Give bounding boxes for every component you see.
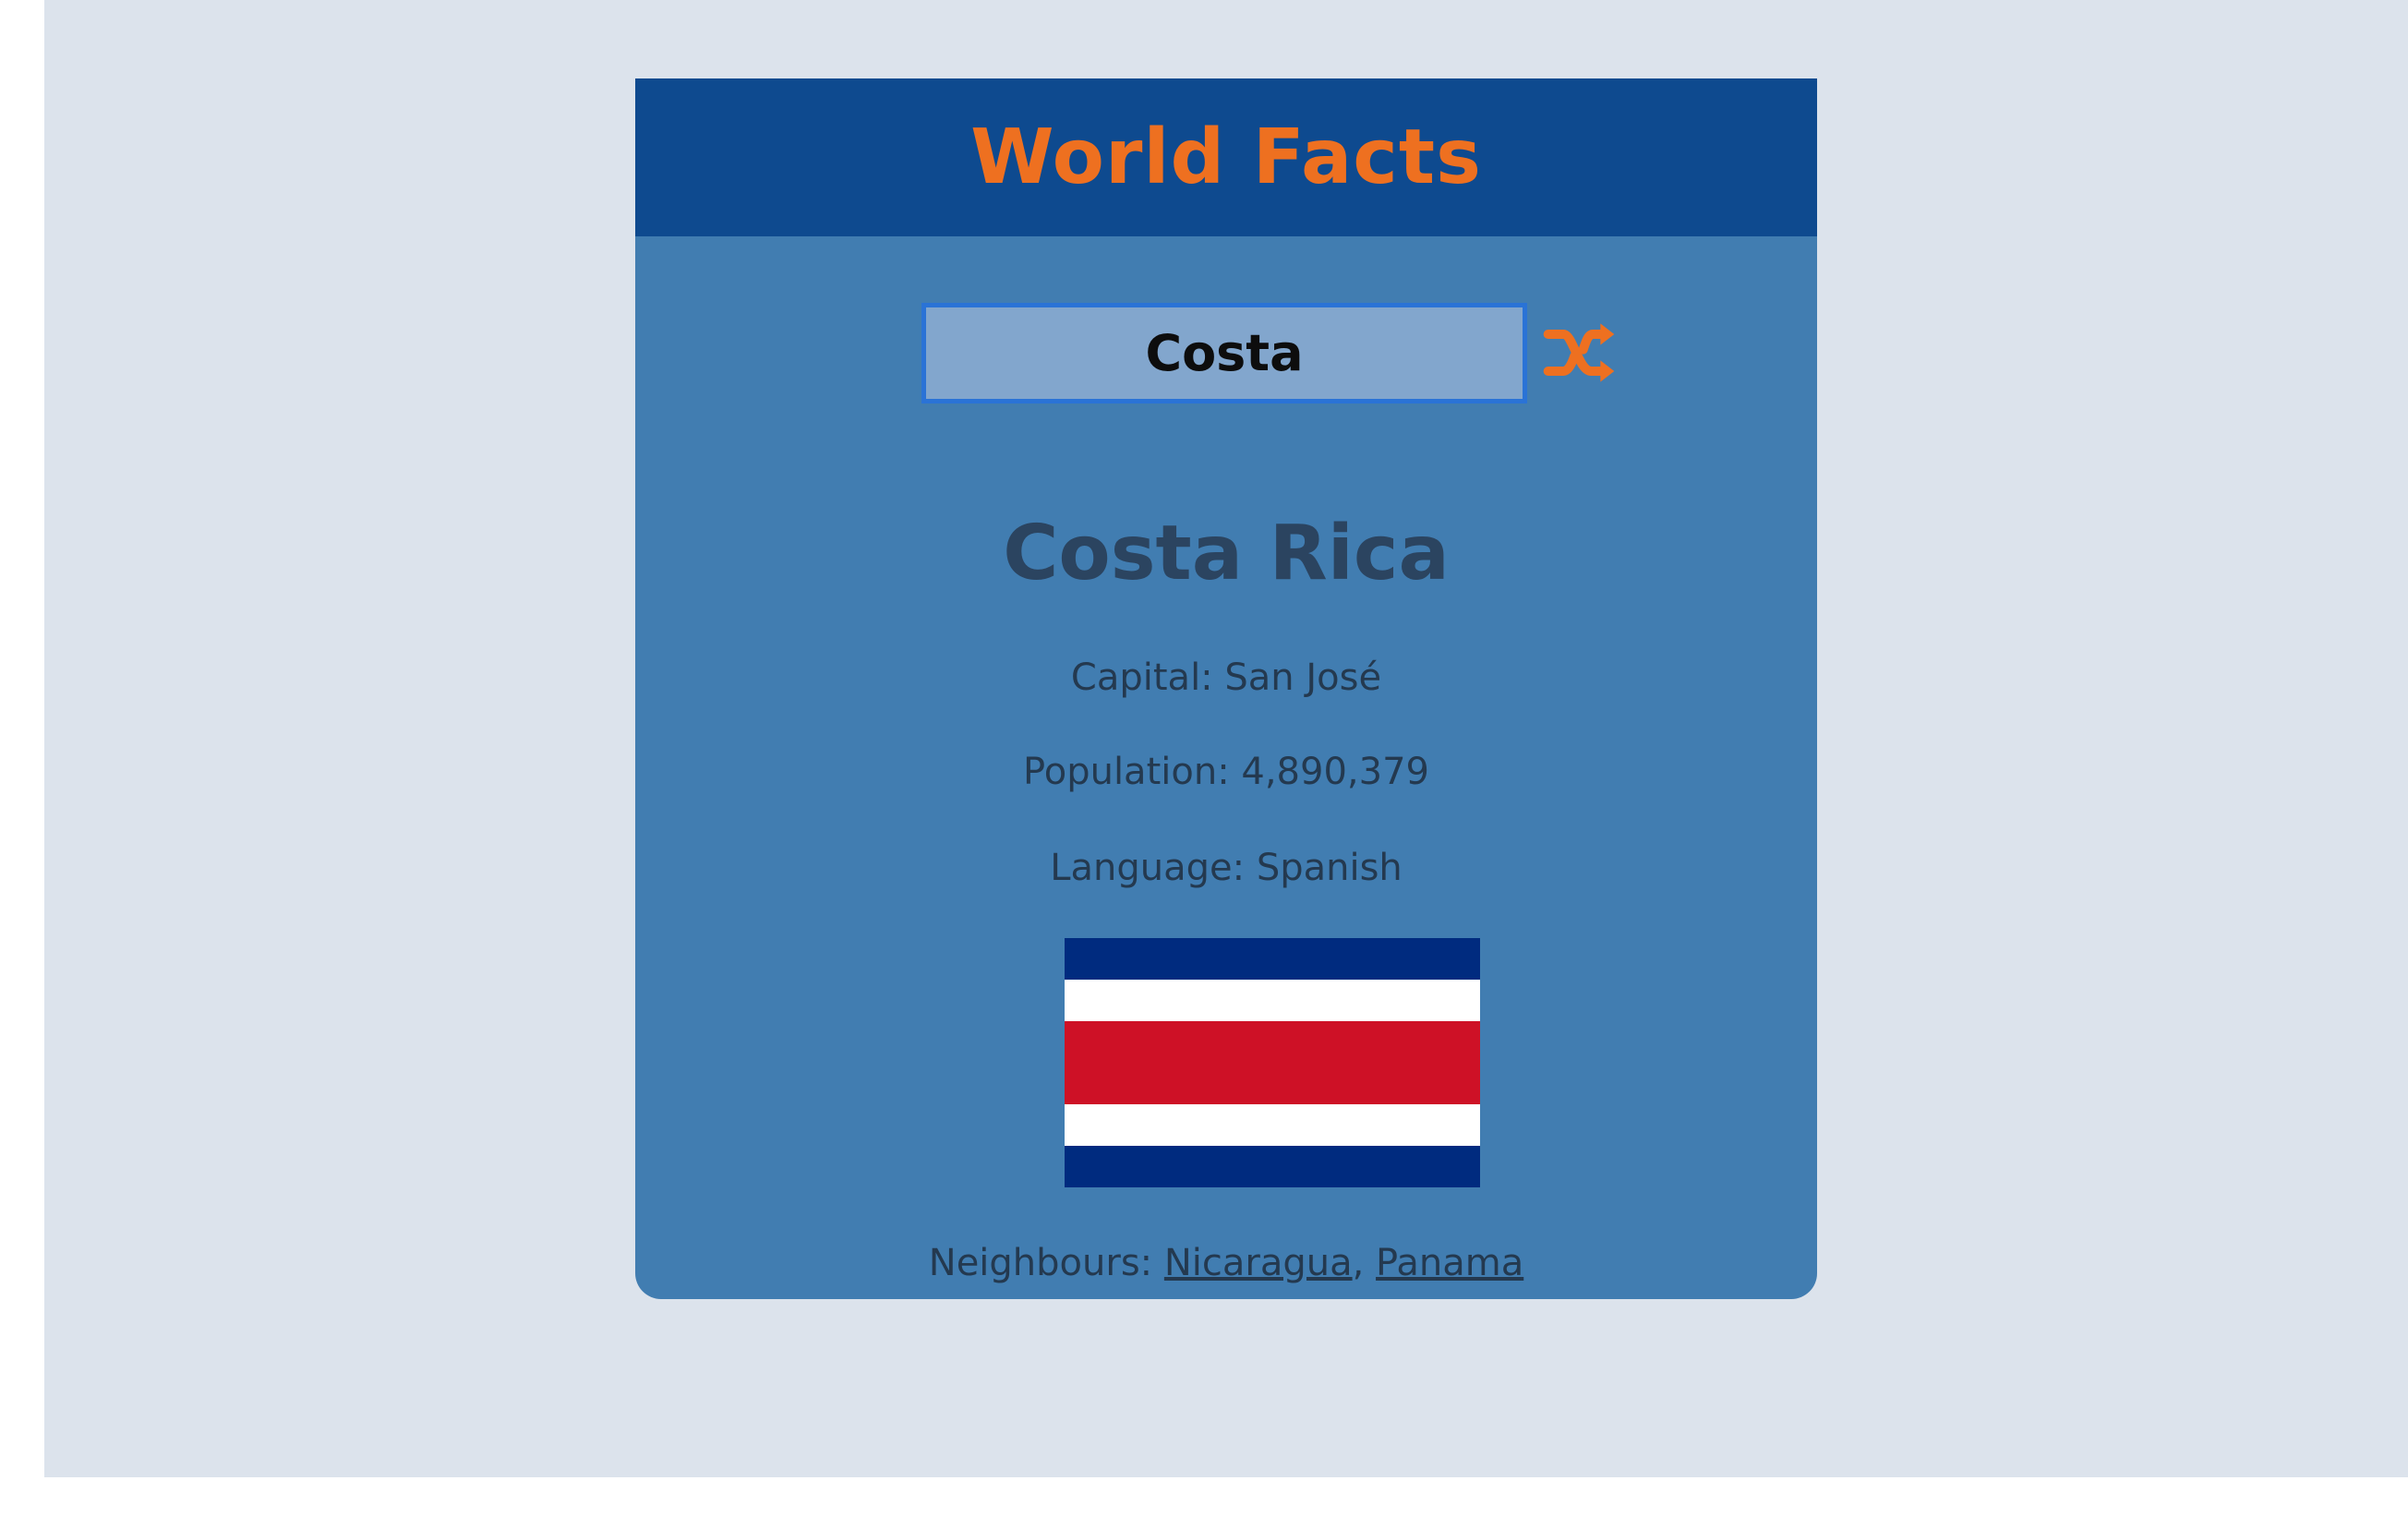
population-value: 4,890,379 xyxy=(1241,751,1429,793)
flag-stripe-red xyxy=(1065,1021,1480,1104)
search-row xyxy=(635,303,1817,404)
language-value: Spanish xyxy=(1256,847,1403,889)
shuffle-icon xyxy=(1543,323,1615,382)
flag-stripe-top-white xyxy=(1065,980,1480,1021)
language-fact: Language: Spanish xyxy=(635,840,1817,896)
population-fact: Population: 4,890,379 xyxy=(635,744,1817,800)
flag-stripe-bottom-blue xyxy=(1065,1146,1480,1187)
page-background: World Facts Costa Rica Capital: San José… xyxy=(44,0,2408,1477)
neighbour-link-nicaragua[interactable]: Nicaragua xyxy=(1164,1242,1353,1284)
card-header: World Facts xyxy=(635,78,1817,236)
language-label: Language: xyxy=(1050,847,1246,889)
capital-fact: Capital: San José xyxy=(635,650,1817,705)
flag-stripe-bottom-white xyxy=(1065,1104,1480,1146)
capital-label: Capital: xyxy=(1070,656,1213,699)
capital-value: San José xyxy=(1224,656,1382,699)
flag-stripe-top-blue xyxy=(1065,938,1480,980)
neighbours-label: Neighbours: xyxy=(928,1242,1153,1284)
neighbour-separator: , xyxy=(1352,1242,1365,1284)
random-country-button[interactable] xyxy=(1542,316,1616,390)
neighbours-fact: Neighbours: Nicaragua, Panama xyxy=(635,1235,1817,1291)
country-name: Costa Rica xyxy=(1003,510,1450,597)
costa-rica-flag xyxy=(1065,938,1480,1187)
app-title: World Facts xyxy=(970,114,1482,201)
population-label: Population: xyxy=(1023,751,1230,793)
country-search-input[interactable] xyxy=(921,303,1527,403)
neighbour-link-panama[interactable]: Panama xyxy=(1376,1242,1523,1284)
world-facts-card: World Facts Costa Rica Capital: San José… xyxy=(635,78,1817,1299)
